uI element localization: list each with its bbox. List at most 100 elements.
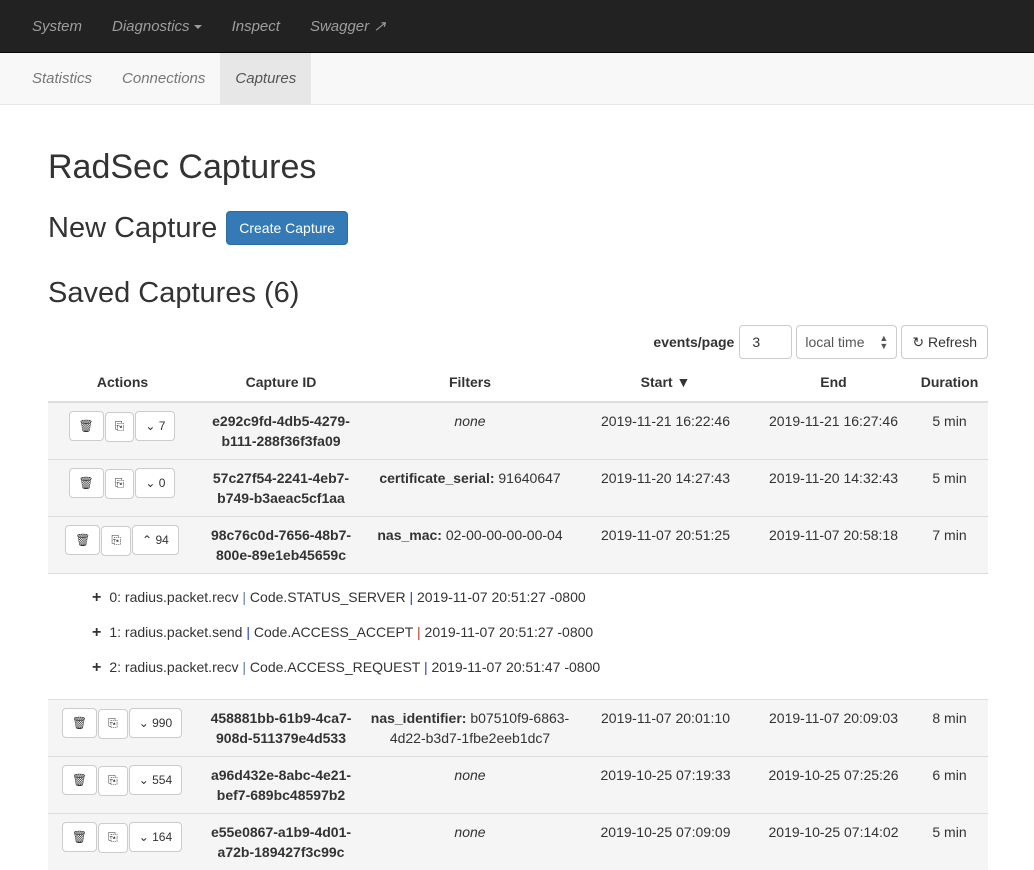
capture-id-part2: 800e-89e1eb45659c: [216, 547, 346, 563]
event-item[interactable]: +2: radius.packet.recv | Code.ACCESS_REQ…: [92, 650, 988, 685]
filter-key: certificate_serial:: [379, 470, 494, 486]
copy-icon: ⎘: [108, 830, 118, 844]
copy-icon: ⎘: [115, 419, 125, 433]
filter-none: none: [454, 767, 485, 783]
table-row: 🗑⎘⌃ 94 98c76c0d-7656-48b7-800e-89e1eb456…: [48, 517, 988, 574]
end-time: 2019-11-21 16:27:46: [756, 402, 911, 460]
tab-statistics[interactable]: Statistics: [17, 53, 107, 104]
event-count: 7: [159, 419, 166, 433]
refresh-icon: ↻: [912, 334, 924, 350]
col-actions: Actions: [48, 363, 197, 402]
filter-value: 02-00-00-00-00-04: [442, 527, 563, 543]
capture-id-part1: 458881bb-61b9-4ca7-: [211, 710, 352, 726]
event-count: 164: [152, 830, 172, 844]
delete-button[interactable]: 🗑: [69, 468, 104, 498]
chevron-up-icon: ⌃: [142, 533, 152, 547]
capture-id-part1: a96d432e-8abc-4e21-: [211, 767, 351, 783]
event-code: Code.STATUS_SERVER: [246, 589, 409, 605]
copy-button[interactable]: ⎘: [98, 823, 128, 853]
filter-none: none: [454, 824, 485, 840]
capture-id-part2: b111-288f36f3fa09: [221, 433, 340, 449]
table-row: 🗑⎘⌄ 0 57c27f54-2241-4eb7-b749-b3aeac5cf1…: [48, 460, 988, 517]
nav-swagger[interactable]: Swagger ↗: [295, 0, 401, 52]
copy-button[interactable]: ⎘: [105, 412, 135, 442]
event-item[interactable]: +0: radius.packet.recv | Code.STATUS_SER…: [92, 580, 988, 615]
chevron-down-icon: ⌄: [139, 773, 149, 787]
capture-id-part2: a72b-189427f3c99c: [218, 844, 345, 860]
copy-icon: ⎘: [115, 476, 125, 490]
timezone-select[interactable]: local time▲▼: [796, 325, 897, 359]
nav-diagnostics[interactable]: Diagnostics: [97, 0, 217, 52]
copy-button[interactable]: ⎘: [105, 469, 135, 499]
toggle-events-button[interactable]: ⌄ 0: [135, 468, 175, 498]
filter-key: nas_identifier:: [371, 710, 467, 726]
caret-down-icon: [194, 25, 202, 29]
refresh-button[interactable]: ↻ Refresh: [901, 325, 988, 359]
duration: 5 min: [911, 402, 988, 460]
plus-icon: +: [92, 589, 101, 606]
trash-icon: 🗑: [75, 533, 90, 547]
table-row: 🗑 ⎘ ⌄ 7 e292c9fd-4db5-4279- b111-288f36f3fa…: [48, 402, 988, 460]
event-count: 990: [152, 716, 172, 730]
start-time: 2019-11-07 20:01:10: [575, 700, 756, 757]
nav-swagger-label: Swagger: [310, 18, 369, 35]
end-time: 2019-10-25 07:14:02: [756, 814, 911, 870]
events-per-page-input[interactable]: 3: [739, 325, 792, 359]
event-time: 2019-11-07 20:51:47 -0800: [428, 659, 601, 675]
end-time: 2019-11-20 14:32:43: [756, 460, 911, 517]
delete-button[interactable]: 🗑: [69, 411, 104, 441]
chevron-down-icon: ⌄: [139, 716, 149, 730]
nav-inspect[interactable]: Inspect: [217, 0, 295, 52]
tab-captures[interactable]: Captures: [220, 53, 311, 104]
start-time: 2019-10-25 07:19:33: [575, 757, 756, 814]
chevron-down-icon: ⌄: [145, 476, 155, 490]
event-count: 554: [152, 773, 172, 787]
capture-id-part2: b749-b3aeac5cf1aa: [217, 490, 345, 506]
col-start[interactable]: Start ▼: [575, 363, 756, 402]
capture-id-part2: bef7-689bc48597b2: [217, 787, 345, 803]
col-end[interactable]: End: [756, 363, 911, 402]
start-time: 2019-11-20 14:27:43: [575, 460, 756, 517]
toggle-events-button[interactable]: ⌄ 990: [129, 708, 182, 738]
delete-button[interactable]: 🗑: [62, 822, 97, 852]
copy-button[interactable]: ⎘: [101, 526, 131, 556]
event-item[interactable]: +1: radius.packet.send | Code.ACCESS_ACC…: [92, 615, 988, 650]
end-time: 2019-11-07 20:09:03: [756, 700, 911, 757]
create-capture-button[interactable]: Create Capture: [226, 211, 348, 245]
copy-button[interactable]: ⎘: [98, 766, 128, 796]
filter-value: 91640647: [495, 470, 561, 486]
event-code: Code.ACCESS_REQUEST: [246, 659, 424, 675]
delete-button[interactable]: 🗑: [62, 765, 97, 795]
event-time: 2019-11-07 20:51:27 -0800: [413, 589, 586, 605]
delete-button[interactable]: 🗑: [62, 708, 97, 738]
plus-icon: +: [92, 659, 101, 676]
capture-id-part1: e292c9fd-4db5-4279-: [212, 413, 350, 429]
tab-connections[interactable]: Connections: [107, 53, 220, 104]
filter-key: nas_mac:: [377, 527, 442, 543]
toggle-events-button[interactable]: ⌄ 164: [129, 822, 182, 852]
duration: 6 min: [911, 757, 988, 814]
saved-captures-heading: Saved Captures (6): [48, 276, 986, 310]
capture-id-part2: 908d-511379e4d533: [216, 730, 346, 746]
select-arrows-icon: ▲▼: [879, 334, 888, 350]
chevron-down-icon: ⌄: [139, 830, 149, 844]
end-time: 2019-11-07 20:58:18: [756, 517, 911, 574]
col-duration[interactable]: Duration: [911, 363, 988, 402]
toggle-events-button[interactable]: ⌄ 554: [129, 765, 182, 795]
nav-diagnostics-label: Diagnostics: [112, 18, 190, 35]
delete-button[interactable]: 🗑: [65, 525, 100, 555]
duration: 8 min: [911, 700, 988, 757]
event-count: 0: [159, 476, 166, 490]
copy-icon: ⎘: [108, 716, 118, 730]
table-row: 🗑⎘⌄ 554 a96d432e-8abc-4e21-bef7-689bc485…: [48, 757, 988, 814]
toggle-events-button[interactable]: ⌃ 94: [132, 525, 179, 555]
copy-button[interactable]: ⎘: [98, 709, 128, 739]
captures-table: Actions Capture ID Filters Start ▼ End D…: [48, 363, 988, 870]
nav-system[interactable]: System: [17, 0, 97, 52]
toggle-events-button[interactable]: ⌄ 7: [135, 411, 175, 441]
trash-icon: 🗑: [72, 716, 87, 730]
plus-icon: +: [92, 624, 101, 641]
col-filters: Filters: [365, 363, 575, 402]
trash-icon: 🗑: [79, 419, 94, 433]
table-row: 🗑 ⎘ ⌄ 990 458881bb-61b9-4ca7- 908d-511379e4…: [48, 700, 988, 757]
